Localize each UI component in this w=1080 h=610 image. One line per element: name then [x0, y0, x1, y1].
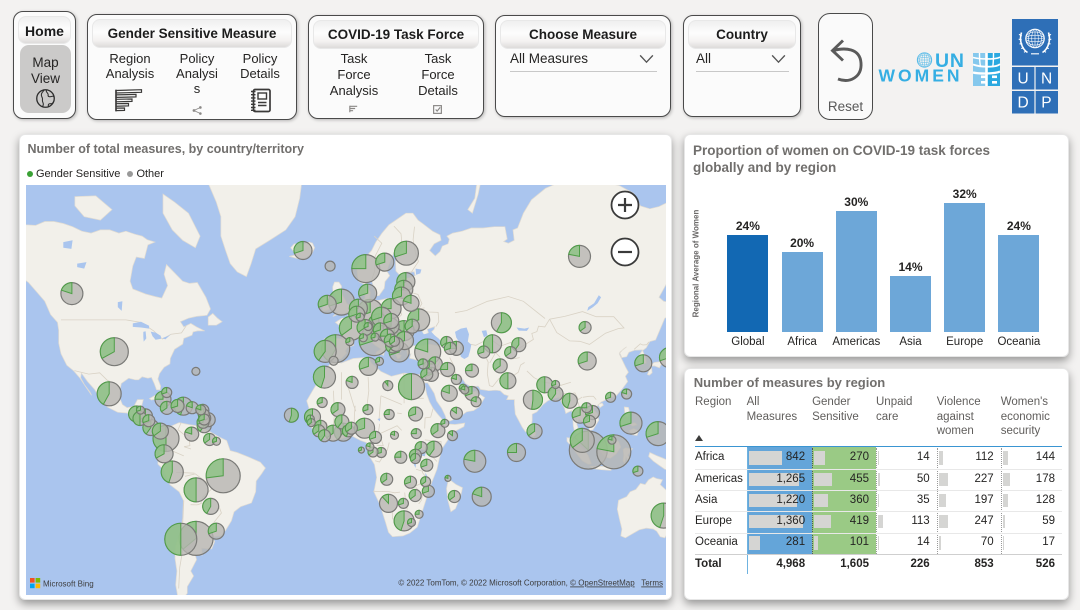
svg-text:U: U: [1018, 71, 1029, 88]
svg-text:N: N: [1041, 71, 1052, 88]
svg-text:D: D: [1018, 95, 1029, 112]
svg-text:P: P: [1041, 95, 1051, 112]
svg-text:© 2022 TomTom, © 2022 Microsof: © 2022 TomTom, © 2022 Microsoft Corporat…: [398, 579, 663, 588]
svg-text:WOMEN: WOMEN: [879, 66, 963, 86]
svg-text:Microsoft Bing: Microsoft Bing: [43, 580, 94, 589]
